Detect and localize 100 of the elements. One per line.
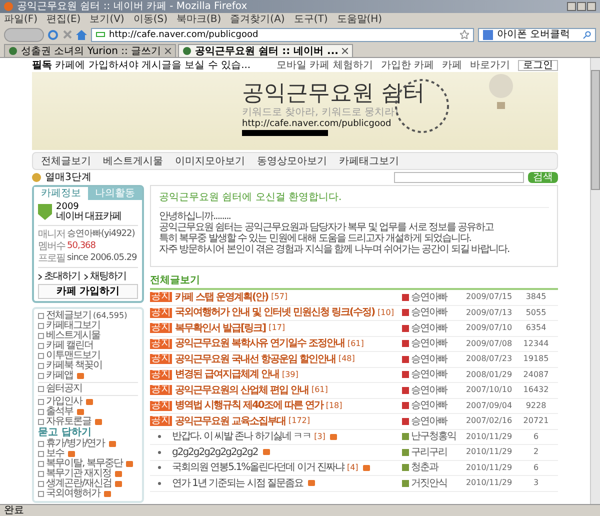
- post-author: 승연아빠: [411, 416, 447, 427]
- board-name: 카페앱: [46, 371, 73, 381]
- sidebar-link[interactable]: 채팅하기: [90, 271, 126, 282]
- browser-tab[interactable]: 공익근무요원 쉼터 :: 네이버 ...: [178, 44, 354, 57]
- minimize-button[interactable]: [567, 2, 576, 11]
- menu-item[interactable]: 보기(V): [90, 14, 124, 24]
- board-menu-item[interactable]: 휴가/병가/연가: [38, 439, 138, 449]
- menu-item[interactable]: 즐겨찾기(A): [230, 14, 285, 24]
- address-field[interactable]: http://cafe.naver.com/publicgood: [91, 28, 474, 42]
- tab-icon: [183, 47, 192, 55]
- post-date: 2007/10/10: [464, 385, 514, 396]
- post-title[interactable]: g2g2g2g2g2g2g2g2: [172, 446, 258, 458]
- board-menu-item[interactable]: 복무기관 재지정: [38, 469, 138, 479]
- board-name: 자유토론글: [46, 417, 91, 427]
- member-level-icon: [402, 418, 409, 425]
- stop-icon[interactable]: [62, 29, 72, 40]
- post-author: 청춘과: [411, 462, 438, 474]
- post-title[interactable]: 변경된 급여지급체계 안내: [175, 369, 279, 380]
- join-cafe-button[interactable]: 카페 가입하기: [38, 284, 138, 299]
- search-icon[interactable]: [583, 30, 591, 38]
- board-menu-item[interactable]: 카페앱: [38, 371, 138, 381]
- home-icon[interactable]: [76, 30, 87, 40]
- post-title[interactable]: 공익근무요원 교육소집부대: [175, 416, 286, 427]
- post-views: 19185: [522, 354, 550, 364]
- post-title[interactable]: 공익근무요원 복학사유 연기일수 조정안내: [175, 338, 344, 350]
- board-menu-item[interactable]: 보수: [38, 449, 138, 459]
- board-menu-item[interactable]: 출석부: [38, 407, 138, 417]
- info-label: 매니저: [38, 229, 65, 240]
- sidebar-link[interactable]: 초대하기: [44, 271, 80, 282]
- board-menu-item[interactable]: 베스트게시물: [38, 331, 138, 341]
- back-forward-button[interactable]: [4, 28, 44, 42]
- top-link[interactable]: 가입한 카페: [380, 60, 434, 70]
- post-date: 2008/07/23: [464, 354, 514, 364]
- window-title: 공익근무요원 쉼터 :: 네이버 카페 - Mozilla Firefox: [17, 0, 248, 12]
- login-button[interactable]: 로그인: [518, 60, 558, 70]
- menu-item[interactable]: 도움말(H): [336, 14, 382, 24]
- award-label: 네이버 대표카페: [56, 212, 122, 222]
- board-menu-item[interactable]: 생계곤란/재신검: [38, 479, 138, 489]
- award-badge-icon: [38, 204, 52, 220]
- post-title[interactable]: 공익근무요원의 산업체 편입 안내: [175, 384, 308, 396]
- comment-count: [17]: [268, 323, 286, 334]
- member-level-icon: [402, 402, 409, 410]
- post-author: 승연아빠: [411, 369, 447, 380]
- browser-tab[interactable]: 성출권 소녀의 Yurion :: 글쓰기: [4, 44, 176, 57]
- board-menu-item[interactable]: 카페북 책꽂이: [38, 361, 138, 371]
- cafe-search-field[interactable]: [394, 172, 524, 183]
- cafe-menu-item[interactable]: 이미지모아보기: [175, 156, 245, 166]
- post-title[interactable]: 반갑다. 이 씨발 존나 하기싫네 ㅋㅋ: [172, 431, 312, 442]
- comment-count: [39]: [282, 370, 298, 380]
- cafe-menu-item[interactable]: 베스트게시물: [103, 156, 163, 166]
- star-icon[interactable]: [460, 30, 469, 39]
- board-menu-item[interactable]: 카페 캘린더: [38, 341, 138, 351]
- comment-count: [172]: [288, 416, 310, 426]
- post-author: 승연아빠: [411, 338, 447, 350]
- top-link[interactable]: 바로가기: [470, 60, 510, 70]
- post-title[interactable]: 공익근무요원 국내선 항공운임 할인안내: [175, 354, 336, 365]
- post-title[interactable]: 병역법 시행규칙 제40조에 따른 연가: [175, 400, 323, 412]
- board-menu-item[interactable]: 국외여행허가: [38, 489, 138, 499]
- board-menu-item[interactable]: 이투맨드보기: [38, 351, 138, 361]
- cafe-menu-item[interactable]: 카페태그보기: [339, 156, 399, 166]
- top-link[interactable]: 카페: [442, 60, 462, 70]
- board-name: 가입인사: [46, 397, 82, 407]
- new-icon: [95, 419, 102, 425]
- search-field[interactable]: 아이폰 오버클럭: [478, 28, 596, 42]
- post-author: 승연아빠: [411, 384, 447, 396]
- cafe-menu-item[interactable]: 동영상모아보기: [257, 156, 327, 166]
- post-date: 2009/07/13: [464, 308, 514, 318]
- scroll-thumb[interactable]: [591, 70, 600, 190]
- info-value: since 2006.05.29: [67, 253, 137, 264]
- menu-item[interactable]: 북마크(B): [176, 14, 222, 24]
- board-name: 쉼터공지: [46, 384, 82, 394]
- close-icon[interactable]: [342, 48, 348, 54]
- member-level-icon: [402, 433, 409, 440]
- board-menu-item[interactable]: 쉼터공지: [38, 384, 138, 394]
- post-date: 2007/09/04: [464, 400, 514, 411]
- board-menu-item[interactable]: 가입인사: [38, 397, 138, 407]
- post-title[interactable]: 국회의원 연봉5.1%올린다던데 이거 진짜냐: [172, 462, 344, 474]
- cafe-menu-item[interactable]: 전체글보기: [41, 156, 91, 166]
- board-menu-item[interactable]: 전체글보기 (64,595): [38, 311, 138, 321]
- menu-item[interactable]: 도구(T): [294, 14, 328, 24]
- board-menu-item[interactable]: 복무이탈, 복무중단: [38, 459, 138, 469]
- close-button[interactable]: [587, 2, 596, 11]
- post-title[interactable]: 국외여행허가 안내 및 인터넷 민원신청 링크(수정): [175, 307, 375, 318]
- post-title[interactable]: 카페 스탭 운영계획(안): [175, 292, 268, 303]
- menu-item[interactable]: 편집(E): [46, 14, 81, 24]
- post-title[interactable]: 복무확인서 발급[링크]: [175, 322, 266, 334]
- post-views: 24087: [522, 370, 550, 380]
- menu-item[interactable]: 파일(F): [4, 14, 38, 24]
- board-menu-item[interactable]: 자유토론글: [38, 417, 138, 427]
- search-engine-icon: [483, 30, 493, 40]
- member-level-icon: [402, 386, 409, 394]
- post-title[interactable]: 연가 1년 기준되는 시점 질문좀요: [172, 478, 304, 489]
- board-icon: [38, 386, 44, 392]
- menu-item[interactable]: 이동(S): [133, 14, 168, 24]
- board-menu-item[interactable]: 카페태그보기: [38, 321, 138, 331]
- post-date: 2009/07/15: [464, 292, 514, 302]
- maximize-button[interactable]: [577, 2, 586, 11]
- vertical-scrollbar[interactable]: [590, 58, 600, 504]
- top-link[interactable]: 모바일 카페 체험하기: [276, 60, 373, 70]
- close-icon[interactable]: [165, 48, 172, 54]
